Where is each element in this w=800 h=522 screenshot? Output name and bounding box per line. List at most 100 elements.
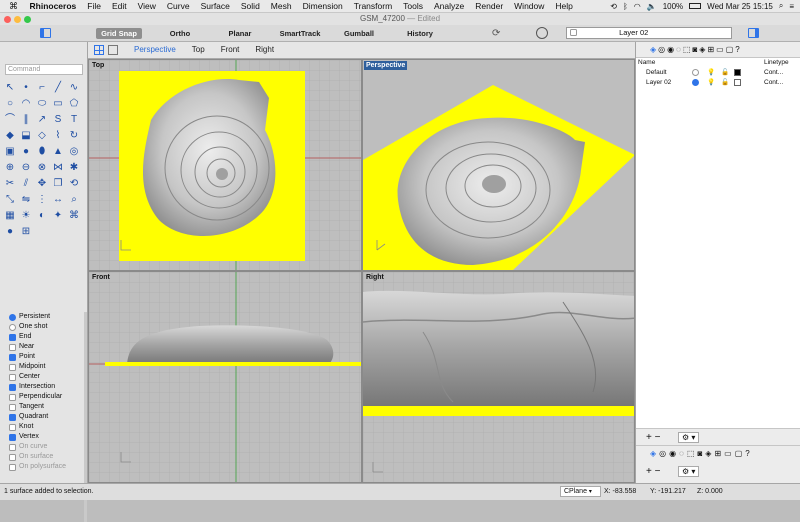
osnap-quadrant[interactable]: Quadrant <box>9 412 85 422</box>
split-tool-icon[interactable]: ⫽ <box>19 177 33 191</box>
circle-tool-icon[interactable]: ○ <box>3 97 17 111</box>
menu-analyze[interactable]: Analyze <box>429 1 470 11</box>
osnap-intersection[interactable]: Intersection <box>9 382 85 392</box>
boolean-difference-icon[interactable]: ⊖ <box>19 161 33 175</box>
loft-tool-icon[interactable]: ◇ <box>35 129 49 143</box>
viewport-perspective-canvas[interactable] <box>363 60 635 271</box>
app-menu[interactable]: Rhinoceros <box>24 1 82 11</box>
spotlight-icon[interactable]: ⌕ <box>779 1 783 11</box>
volume-icon[interactable]: 🔈 <box>647 2 657 11</box>
box-tool-icon[interactable]: ▣ <box>3 145 17 159</box>
grid-snap-button[interactable]: Grid Snap <box>96 28 142 39</box>
persistent-radio[interactable] <box>9 313 16 321</box>
tab-right[interactable]: Right <box>247 42 282 58</box>
arc-tool-icon[interactable]: ◠ <box>19 97 33 111</box>
gumball-button[interactable]: Gumball <box>336 28 382 39</box>
menu-dimension[interactable]: Dimension <box>297 1 348 11</box>
boolean-intersection-icon[interactable]: ⊗ <box>35 161 49 175</box>
record-history-icon[interactable]: ⟳ <box>492 28 500 39</box>
osnap-one-shot[interactable]: One shot <box>9 322 85 332</box>
command-input[interactable]: Command <box>5 64 83 75</box>
toggle-left-sidebar-icon[interactable] <box>40 28 51 38</box>
viewport-perspective[interactable]: Perspective <box>362 59 635 271</box>
viewport-top[interactable]: Top <box>88 59 362 271</box>
ellipse-tool-icon[interactable]: ⬭ <box>35 97 49 111</box>
polygon-tool-icon[interactable]: ⬠ <box>67 97 81 111</box>
menu-surface[interactable]: Surface <box>195 1 235 11</box>
add-item-button[interactable]: + − <box>646 467 660 477</box>
osnap-end[interactable]: End <box>9 332 85 342</box>
intersection-checkbox[interactable] <box>9 383 16 391</box>
fillet-curve-icon[interactable]: ⌒ <box>3 113 17 127</box>
array-tool-icon[interactable]: ⋮ <box>35 193 49 207</box>
menu-file[interactable]: File <box>82 1 107 11</box>
battery-icon[interactable] <box>689 3 702 9</box>
copy-tool-icon[interactable]: ❐ <box>51 177 65 191</box>
select-tool-icon[interactable]: ↖ <box>3 81 17 95</box>
ortho-button[interactable]: Ortho <box>158 28 202 39</box>
layer-current-radio[interactable] <box>692 79 699 86</box>
cylinder-tool-icon[interactable]: ⬮ <box>35 145 49 159</box>
surface-tool-icon[interactable]: ◆ <box>3 129 17 143</box>
render-panel-icon[interactable]: ⬚ <box>683 45 691 54</box>
blend-curve-icon[interactable]: S <box>51 113 65 127</box>
camera-tool-icon[interactable]: ⌘ <box>67 209 81 223</box>
scale-tool-icon[interactable]: ⤡ <box>3 193 17 207</box>
osnap-point[interactable]: Point <box>9 352 85 362</box>
menu-mesh[interactable]: Mesh <box>265 1 297 11</box>
toggle-right-sidebar-icon[interactable] <box>748 28 759 38</box>
materials-panel-icon[interactable]: ◌ <box>676 45 681 54</box>
layer-options-icon[interactable]: ⚙ ▾ <box>678 432 700 443</box>
layers-panel-icon[interactable]: ◈ <box>650 449 656 458</box>
explode-tool-icon[interactable]: ✱ <box>67 161 81 175</box>
vertex-checkbox[interactable] <box>9 433 16 441</box>
current-layer-selector[interactable]: Layer 02 <box>566 27 732 39</box>
display-panel-icon[interactable]: ◉ <box>667 45 674 54</box>
bluetooth-icon[interactable]: ᛒ <box>623 2 628 11</box>
layer-linetype[interactable]: Cont... <box>764 68 783 78</box>
text-tool-icon[interactable]: T <box>67 113 81 127</box>
menu-render[interactable]: Render <box>470 1 509 11</box>
cplane-selector[interactable]: CPlane ▾ <box>560 486 601 497</box>
viewport-right[interactable]: Right <box>362 271 635 483</box>
camera-panel-icon[interactable]: ◙ <box>692 45 697 54</box>
layer-row-layer-02[interactable]: Layer 02 💡 🔓 Cont... <box>636 78 800 88</box>
notification-center-icon[interactable]: ≡ <box>789 2 794 11</box>
help-panel-icon[interactable]: ? <box>735 45 739 54</box>
materials-panel-icon[interactable]: ◌ <box>679 449 684 458</box>
clock[interactable]: Wed Mar 25 15:15 <box>707 2 773 11</box>
planar-button[interactable]: Planar <box>218 28 262 39</box>
window-panel-icon[interactable]: ▢ <box>726 45 734 54</box>
viewport-front-canvas[interactable] <box>89 272 362 483</box>
dimension-tool-icon[interactable]: ↔ <box>51 193 65 207</box>
osnap-midpoint[interactable]: Midpoint <box>9 362 85 372</box>
near-checkbox[interactable] <box>9 343 16 351</box>
layer-row-default[interactable]: Default 💡 🔓 Cont... <box>636 68 800 78</box>
layer-current-radio[interactable] <box>692 69 699 76</box>
quadrant-checkbox[interactable] <box>9 413 16 421</box>
apple-menu-icon[interactable]: ⌘ <box>0 1 24 12</box>
menu-solid[interactable]: Solid <box>235 1 265 11</box>
window-panel-icon[interactable]: ▢ <box>735 449 743 458</box>
osnap-tangent[interactable]: Tangent <box>9 402 85 412</box>
menu-curve[interactable]: Curve <box>161 1 195 11</box>
lights-panel-icon[interactable]: ◈ <box>705 449 711 458</box>
tangent-checkbox[interactable] <box>9 403 16 411</box>
time-machine-icon[interactable]: ⟲ <box>610 2 617 11</box>
layer-lock-icon[interactable]: 🔓 <box>721 78 729 88</box>
filter-icon[interactable] <box>536 27 548 39</box>
analyze-tool-icon[interactable]: ⌕ <box>67 193 81 207</box>
tab-perspective[interactable]: Perspective <box>126 42 184 58</box>
extend-curve-icon[interactable]: ↗ <box>35 113 49 127</box>
end-checkbox[interactable] <box>9 333 16 341</box>
rectangle-tool-icon[interactable]: ▭ <box>51 97 65 111</box>
monitor-panel-icon[interactable]: ▭ <box>724 449 732 458</box>
osnap-near[interactable]: Near <box>9 342 85 352</box>
viewport-right-canvas[interactable] <box>363 272 635 483</box>
four-view-layout-icon[interactable] <box>94 45 104 55</box>
sweep-tool-icon[interactable]: ⌇ <box>51 129 65 143</box>
light-tool-icon[interactable]: ✦ <box>51 209 65 223</box>
perpendicular-checkbox[interactable] <box>9 393 16 401</box>
torus-tool-icon[interactable]: ◎ <box>67 145 81 159</box>
menu-window[interactable]: Window <box>509 1 550 11</box>
